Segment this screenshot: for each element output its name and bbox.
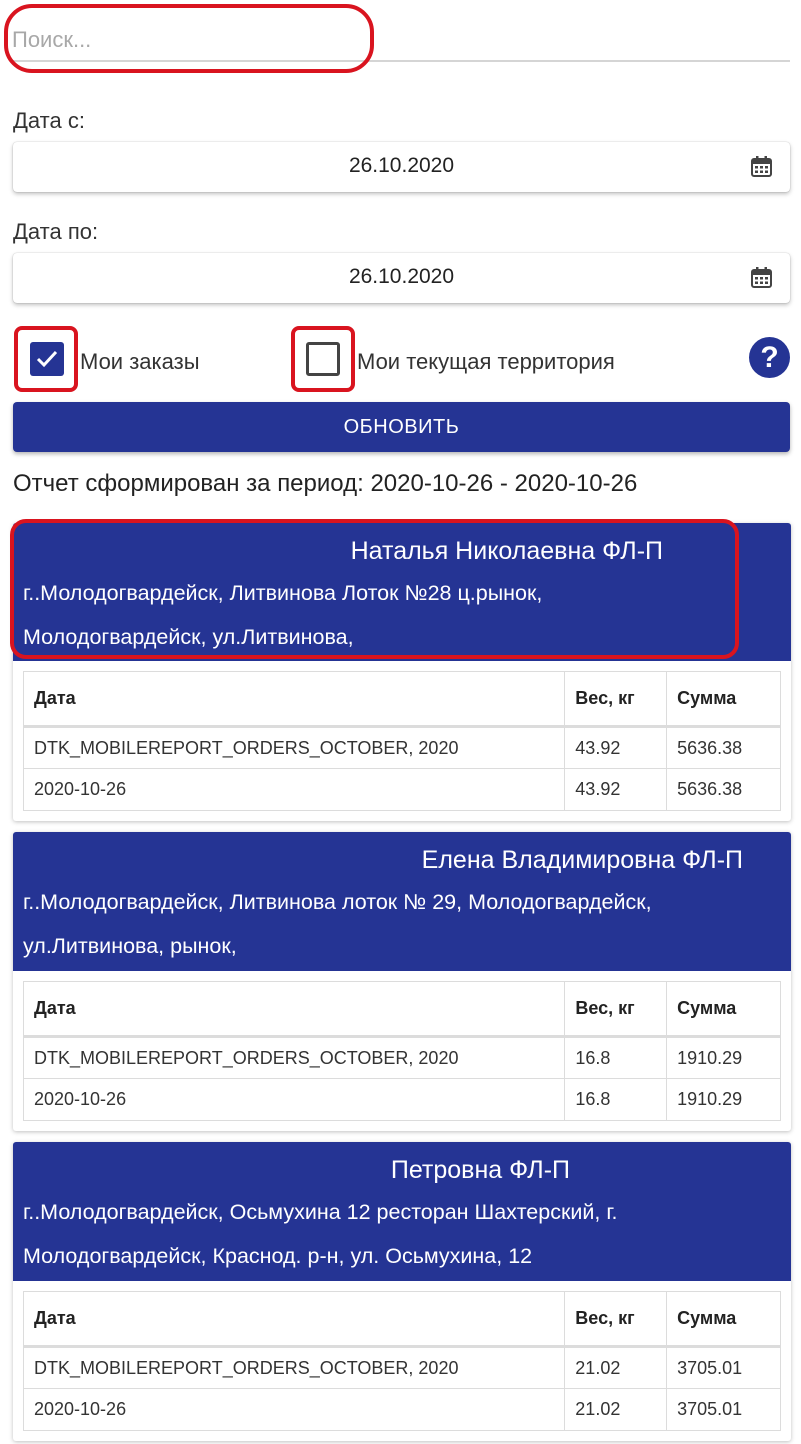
my-territory-checkbox[interactable] [306,342,340,376]
table-row: 2020-10-26 21.02 3705.01 [22,1388,781,1431]
table-header-row: Дата Вес, кг Сумма [22,981,781,1038]
date-from-label: Дата с: [13,108,85,133]
client-name: Наталья Николаевна ФЛ-П [350,537,663,565]
client-address-line: г..Молодогвардейск, Литвинова Лоток №28 … [23,581,543,605]
cell-weight: 16.8 [564,1036,668,1079]
column-header-date: Дата [22,671,566,728]
client-card-header[interactable]: Наталья Николаевна ФЛ-П г..Молодогвардей… [13,523,791,661]
client-address-line: Молодогвардейск, ул.Литвинова, [23,625,354,649]
cell-date: DTK_MOBILEREPORT_ORDERS_OCTOBER, 2020 [22,1346,566,1389]
my-orders-checkbox[interactable] [30,342,64,376]
question-circle-icon[interactable]: ? [749,337,790,378]
table-row: 2020-10-26 43.92 5636.38 [22,768,781,811]
report-period-text: Отчет сформирован за период: 2020-10-26 … [13,470,638,497]
cell-weight: 43.92 [564,768,668,811]
client-address-line: г..Молодогвардейск, Литвинова лоток № 29… [23,890,652,914]
date-to-value: 26.10.2020 [348,265,455,288]
client-card: Наталья Николаевна ФЛ-П г..Молодогвардей… [13,523,791,821]
cell-date: 2020-10-26 [22,768,566,811]
client-card: Петровна ФЛ-П г..Молодогвардейск, Осьмух… [13,1142,791,1441]
calendar-icon[interactable] [751,156,772,177]
checkmark-icon [36,350,58,368]
client-card: Елена Владимировна ФЛ-П г..Молодогвардей… [13,832,791,1131]
table-row: 2020-10-26 16.8 1910.29 [22,1078,781,1121]
client-address: г..Молодогвардейск, Осьмухина 12 рестора… [23,1190,771,1278]
table-row: DTK_MOBILEREPORT_ORDERS_OCTOBER, 2020 21… [22,1346,781,1389]
column-header-sum: Сумма [666,1291,781,1348]
cell-date: 2020-10-26 [22,1388,566,1431]
client-card-header[interactable]: Петровна ФЛ-П г..Молодогвардейск, Осьмух… [13,1142,791,1281]
my-territory-label[interactable]: Мои текущая территория [357,349,615,375]
column-header-weight: Вес, кг [564,981,668,1038]
column-header-weight: Вес, кг [564,1291,668,1348]
cell-sum: 3705.01 [666,1346,781,1389]
orders-table-wrap: Дата Вес, кг Сумма DTK_MOBILEREPORT_ORDE… [13,661,791,821]
cell-sum: 5636.38 [666,768,781,811]
table-header-row: Дата Вес, кг Сумма [22,671,781,728]
column-header-date: Дата [22,1291,566,1348]
table-header-row: Дата Вес, кг Сумма [22,1291,781,1348]
calendar-icon[interactable] [751,267,772,288]
cell-sum: 1910.29 [666,1078,781,1121]
date-to-label: Дата по: [13,219,99,244]
client-card-header[interactable]: Елена Владимировна ФЛ-П г..Молодогвардей… [13,832,791,971]
cell-weight: 16.8 [564,1078,668,1121]
cell-sum: 1910.29 [666,1036,781,1079]
cell-weight: 43.92 [564,726,668,769]
cell-date: DTK_MOBILEREPORT_ORDERS_OCTOBER, 2020 [22,1036,566,1079]
client-address: г..Молодогвардейск, Литвинова лоток № 29… [23,880,771,968]
cell-date: DTK_MOBILEREPORT_ORDERS_OCTOBER, 2020 [22,726,566,769]
search-area [0,0,801,75]
orders-table-wrap: Дата Вес, кг Сумма DTK_MOBILEREPORT_ORDE… [13,971,791,1131]
date-from-value: 26.10.2020 [348,154,455,177]
date-from-field[interactable]: 26.10.2020 [13,142,790,192]
filters-row: Мои заказы Мои текущая территория ? [0,323,801,395]
client-name: Петровна ФЛ-П [390,1156,570,1184]
cell-date: 2020-10-26 [22,1078,566,1121]
client-address: г..Молодогвардейск, Литвинова Лоток №28 … [23,571,771,659]
column-header-sum: Сумма [666,981,781,1038]
client-address-line: Молодогвардейск, Краснод. р-н, ул. Осьму… [23,1244,533,1268]
search-input[interactable] [12,20,790,62]
my-orders-label[interactable]: Мои заказы [80,349,200,375]
date-to-field[interactable]: 26.10.2020 [13,253,790,303]
client-address-line: ул.Литвинова, рынок, [23,934,237,958]
refresh-button[interactable]: ОБНОВИТЬ [13,402,790,452]
orders-table: Дата Вес, кг Сумма DTK_MOBILEREPORT_ORDE… [22,981,781,1121]
cell-sum: 3705.01 [666,1388,781,1431]
orders-table: Дата Вес, кг Сумма DTK_MOBILEREPORT_ORDE… [22,671,781,811]
cell-weight: 21.02 [564,1346,668,1389]
column-header-sum: Сумма [666,671,781,728]
orders-table: Дата Вес, кг Сумма DTK_MOBILEREPORT_ORDE… [22,1291,781,1431]
client-address-line: г..Молодогвардейск, Осьмухина 12 рестора… [23,1200,618,1224]
cell-weight: 21.02 [564,1388,668,1431]
orders-table-wrap: Дата Вес, кг Сумма DTK_MOBILEREPORT_ORDE… [13,1281,791,1441]
table-row: DTK_MOBILEREPORT_ORDERS_OCTOBER, 2020 16… [22,1036,781,1079]
column-header-weight: Вес, кг [564,671,668,728]
column-header-date: Дата [22,981,566,1038]
client-name: Елена Владимировна ФЛ-П [421,846,743,874]
table-row: DTK_MOBILEREPORT_ORDERS_OCTOBER, 2020 43… [22,726,781,769]
cell-sum: 5636.38 [666,726,781,769]
